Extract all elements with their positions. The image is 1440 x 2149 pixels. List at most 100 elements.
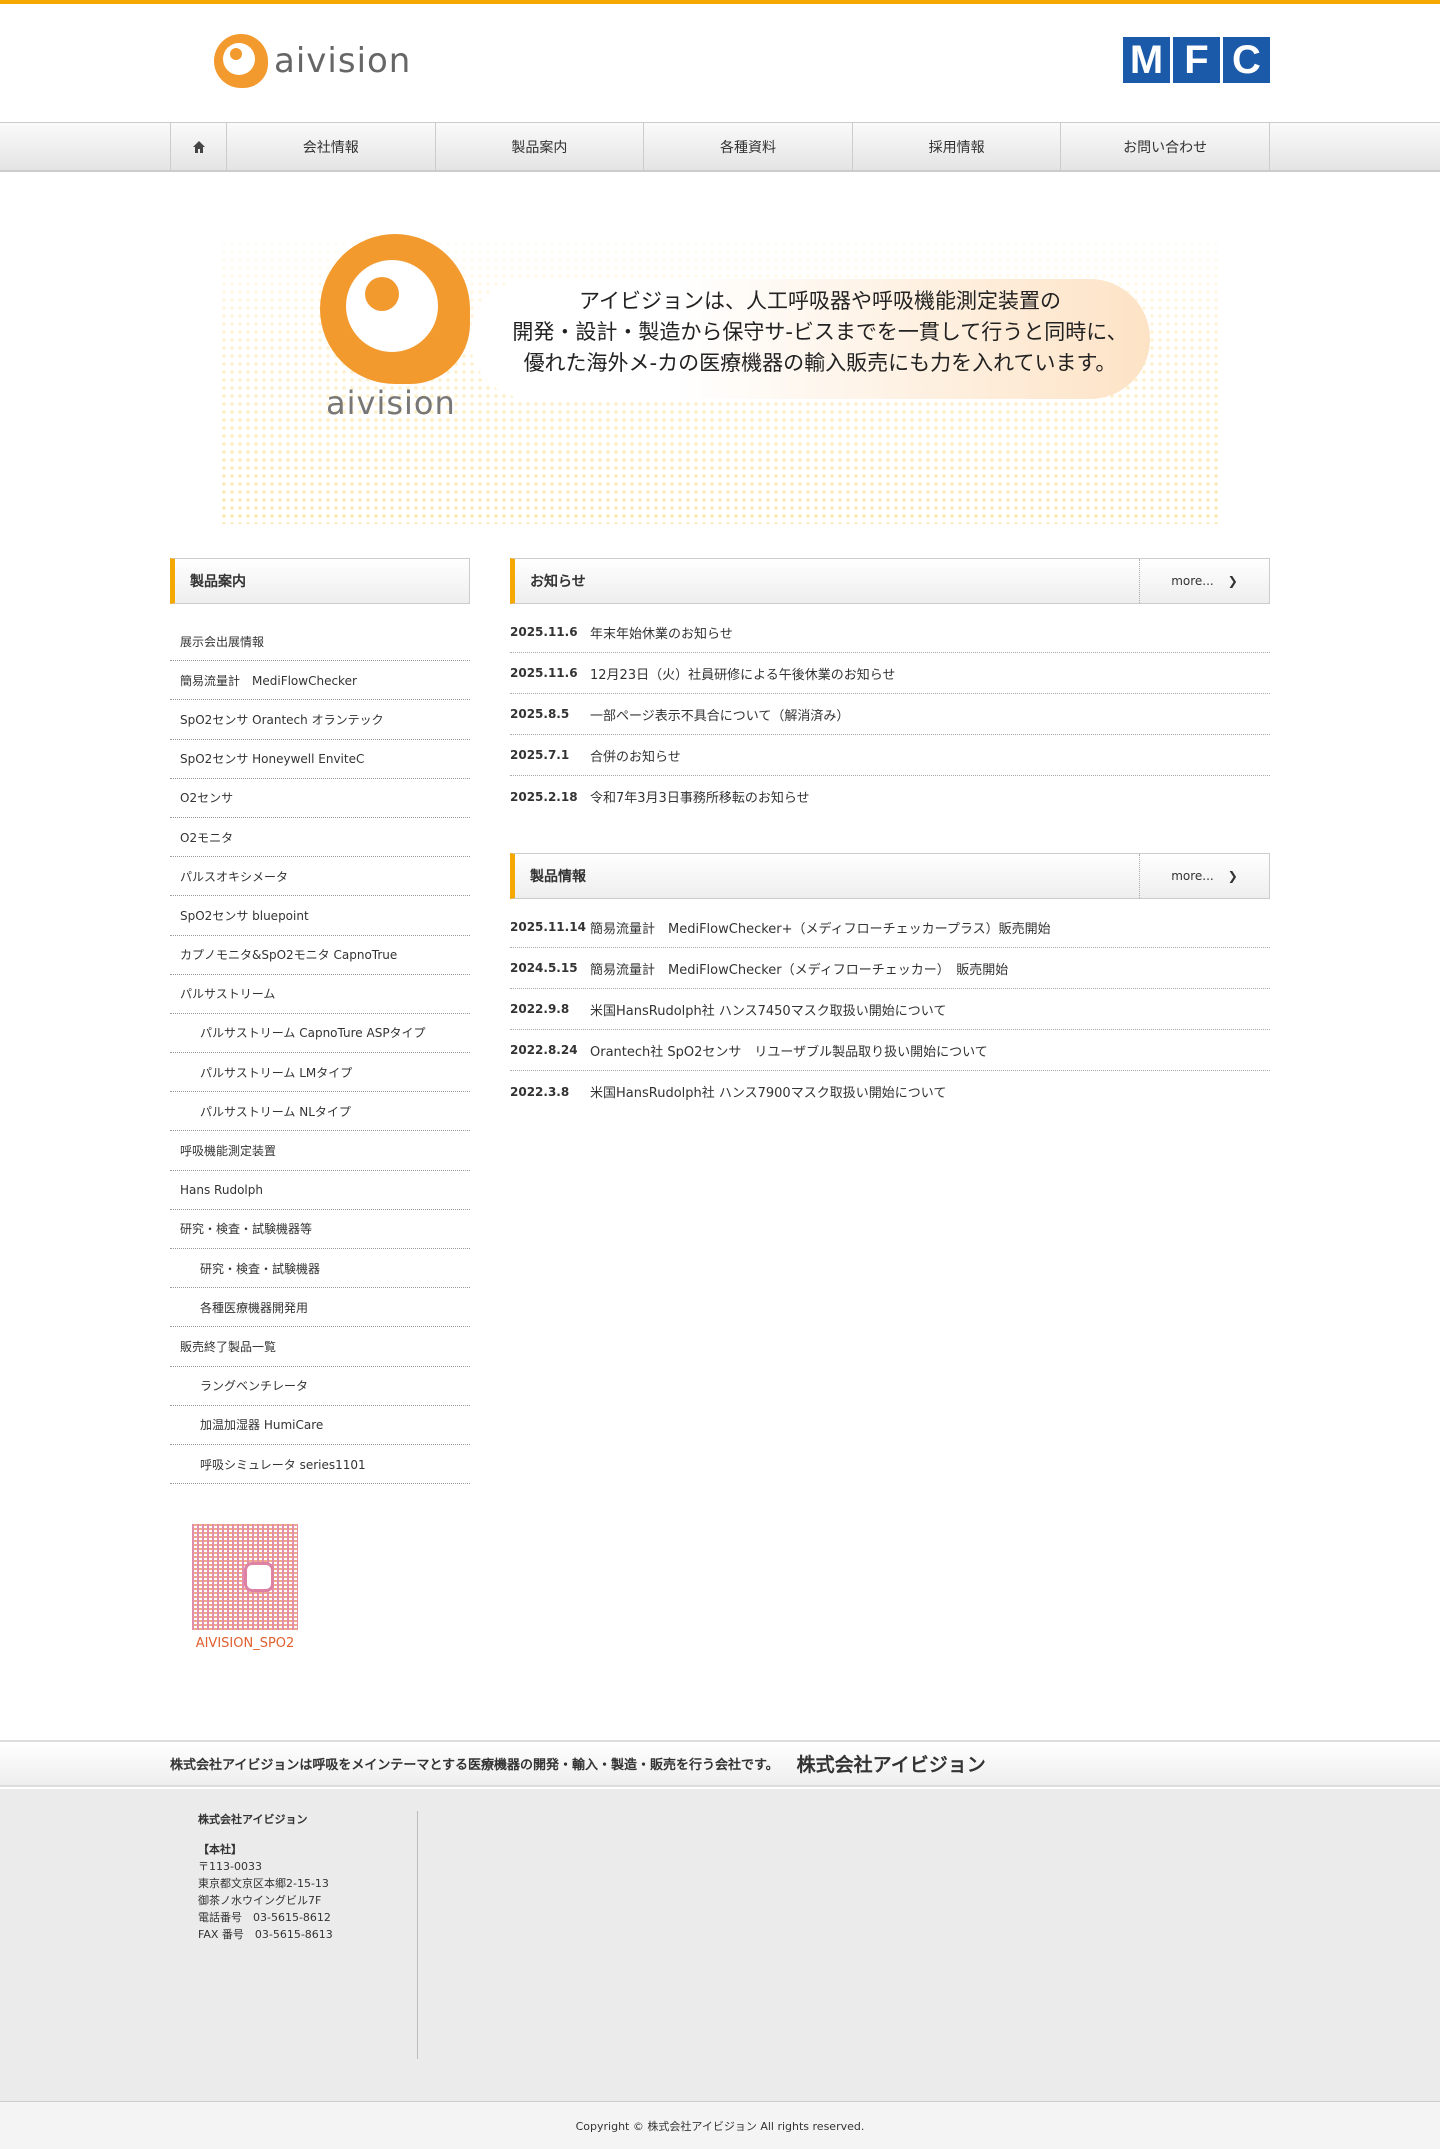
sidebar-item[interactable]: 研究・検査・試験機器 (170, 1249, 470, 1289)
qr-label: AIVISION_SPO2 (195, 1636, 295, 1652)
main-nav: 会社情報 製品案内 各種資料 採用情報 お問い合わせ (0, 122, 1440, 172)
sidebar-item[interactable]: SpO2センサ bluepoint (170, 896, 470, 936)
item-date: 2025.7.1 (510, 748, 570, 762)
item-date: 2025.8.5 (510, 707, 570, 721)
item-link[interactable]: 合併のお知らせ (590, 746, 681, 765)
mfc-letter: M (1123, 37, 1170, 83)
sidebar-item[interactable]: O2センサ (170, 779, 470, 818)
sidebar-item[interactable]: 加温加湿器 HumiCare (170, 1406, 470, 1445)
tagline-text: 株式会社アイビジョンは呼吸をメインテーマとする医療機器の開発・輸入・製造・販売を… (170, 1758, 779, 1773)
item-date: 2025.11.6 (510, 666, 578, 680)
sidebar-item[interactable]: パルサストリーム LMタイプ (170, 1053, 470, 1093)
news-item[interactable]: 2022.3.8 米国HansRudolph社 ハンス7900マスク取扱い開始につ… (510, 1071, 1270, 1112)
item-date: 2022.8.24 (510, 1043, 578, 1057)
mfc-letter: C (1223, 37, 1270, 83)
item-link[interactable]: 令和7年3月3日事務所移転のお知らせ (590, 787, 810, 806)
item-date: 2025.2.18 (510, 789, 578, 804)
sidebar-item[interactable]: 呼吸機能測定装置 (170, 1131, 470, 1171)
tagline-company: 株式会社アイビジョン (796, 1754, 986, 1776)
sidebar-item[interactable]: 呼吸シミュレータ series1101 (170, 1445, 470, 1485)
sidebar-item[interactable]: ラングベンチレータ (170, 1367, 470, 1406)
news-item[interactable]: 2025.11.6 12月23日（火）社員研修による午後休業のお知らせ (510, 653, 1270, 694)
mfc-logo[interactable]: MFC (1123, 37, 1270, 83)
sidebar-item[interactable]: 展示会出展情報 (170, 622, 470, 662)
item-link[interactable]: 年末年始休業のお知らせ (590, 623, 733, 642)
news-more-button[interactable]: more... ❯ (1139, 559, 1269, 603)
address-line: 御茶ノ水ウイングビル7F (198, 1894, 322, 1907)
nav-contact[interactable]: お問い合わせ (1060, 123, 1270, 170)
footer: 株式会社アイビジョン 【本社】 〒113-0033 東京都文京区本郷2-15-1… (0, 1789, 1440, 2101)
home-icon (192, 140, 205, 153)
sidebar-list: 展示会出展情報 簡易流量計 MediFlowChecker SpO2センサ Oran… (170, 622, 470, 1485)
nav-products[interactable]: 製品案内 (434, 123, 644, 170)
item-date: 2022.9.8 (510, 1002, 570, 1016)
sidebar-item[interactable]: パルサストリーム NLタイプ (170, 1092, 470, 1132)
footer-company: 株式会社アイビジョン (198, 1813, 308, 1826)
products-list: 2025.11.14 簡易流量計 MediFlowChecker+（メディフローチ… (510, 907, 1270, 1112)
address-line: 電話番号 03-5615-8612 (198, 1911, 331, 1924)
products-heading: 製品情報 more... ❯ (510, 853, 1270, 899)
news-item[interactable]: 2025.11.6 年末年始休業のお知らせ (510, 612, 1270, 653)
sidebar-item[interactable]: Hans Rudolph (170, 1171, 470, 1210)
address-line: 東京都文京区本郷2-15-13 (198, 1877, 329, 1890)
item-link[interactable]: 簡易流量計 MediFlowChecker（メディフローチェッカー） 販売開始 (590, 959, 1008, 978)
mfc-letter: F (1173, 37, 1220, 83)
hero-line: アイビジョンは、人工呼吸器や呼吸機能測定装置の (579, 289, 1061, 313)
sidebar-item[interactable]: 販売終了製品一覧 (170, 1327, 470, 1367)
news-item[interactable]: 2025.8.5 一部ページ表示不具合について（解消済み） (510, 694, 1270, 735)
sidebar-item[interactable]: パルスオキシメータ (170, 857, 470, 897)
item-link[interactable]: 米国HansRudolph社 ハンス7900マスク取扱い開始について (590, 1082, 946, 1101)
sidebar-item[interactable]: SpO2センサ Honeywell EnviteC (170, 740, 470, 779)
aivision-logo[interactable]: aivision (214, 34, 411, 88)
news-heading: お知らせ more... ❯ (510, 558, 1270, 604)
sidebar-item[interactable]: 研究・検査・試験機器等 (170, 1210, 470, 1249)
address-line: 【本社】 (198, 1843, 242, 1856)
sidebar-item[interactable]: 各種医療機器開発用 (170, 1288, 470, 1328)
item-date: 2022.3.8 (510, 1084, 570, 1099)
sidebar-heading: 製品案内 (170, 558, 470, 604)
sidebar-item[interactable]: パルサストリーム (170, 975, 470, 1014)
hero-copy: アイビジョンは、人工呼吸器や呼吸機能測定装置の 開発・設計・製造から保守サ-ビス… (480, 286, 1160, 379)
news-title: お知らせ (530, 574, 586, 590)
aivision-eye-icon (214, 34, 268, 88)
sidebar-item[interactable]: O2モニタ (170, 818, 470, 858)
item-link[interactable]: 簡易流量計 MediFlowChecker+（メディフローチェッカープラス）販売… (590, 918, 1051, 937)
item-link[interactable]: Orantech社 SpO2センサ リユーザブル製品取り扱い開始について (590, 1041, 988, 1060)
sidebar-item[interactable]: パルサストリーム CapnoTure ASPタイプ (170, 1014, 470, 1054)
item-date: 2024.5.15 (510, 961, 578, 975)
item-date: 2025.11.14 (510, 920, 586, 934)
more-label: more... (1171, 574, 1214, 588)
nav-company[interactable]: 会社情報 (226, 123, 435, 170)
aivision-eye-icon (320, 234, 470, 384)
footer-tagline: 株式会社アイビジョンは呼吸をメインテーマとする医療機器の開発・輸入・製造・販売を… (0, 1740, 1440, 1787)
news-item[interactable]: 2024.5.15 簡易流量計 MediFlowChecker（メディフローチェッ… (510, 948, 1270, 989)
address-line: FAX 番号 03-5615-8613 (198, 1928, 333, 1941)
item-link[interactable]: 12月23日（火）社員研修による午後休業のお知らせ (590, 664, 895, 683)
logo-text: aivision (274, 41, 412, 81)
sidebar-item[interactable]: 簡易流量計 MediFlowChecker (170, 661, 470, 701)
nav-documents[interactable]: 各種資料 (643, 123, 852, 170)
address-line: 〒113-0033 (198, 1860, 262, 1873)
sidebar-item[interactable]: カプノモニタ&SpO2モニタ CapnoTrue (170, 936, 470, 975)
news-item[interactable]: 2025.11.14 簡易流量計 MediFlowChecker+（メディフローチ… (510, 907, 1270, 948)
footer-address: 株式会社アイビジョン 【本社】 〒113-0033 東京都文京区本郷2-15-1… (198, 1811, 418, 2059)
nav-recruit[interactable]: 採用情報 (851, 123, 1061, 170)
news-list: 2025.11.6 年末年始休業のお知らせ 2025.11.6 12月23日（火）社員… (510, 612, 1270, 817)
copyright: Copyright © 株式会社アイビジョン All rights reserv… (0, 2101, 1440, 2149)
item-link[interactable]: 米国HansRudolph社 ハンス7450マスク取扱い開始について (590, 1000, 946, 1019)
item-link[interactable]: 一部ページ表示不具合について（解消済み） (590, 705, 849, 724)
nav-home[interactable] (170, 123, 226, 170)
qr-code (192, 1524, 298, 1631)
chevron-right-icon: ❯ (1227, 574, 1238, 588)
instagram-qr[interactable]: AIVISION_SPO2 (180, 1524, 310, 1664)
sidebar-item[interactable]: SpO2センサ Orantech オランテック (170, 700, 470, 740)
products-more-button[interactable]: more... ❯ (1139, 854, 1269, 898)
hero-banner: aivision アイビジョンは、人工呼吸器や呼吸機能測定装置の 開発・設計・製… (220, 224, 1220, 524)
news-item[interactable]: 2025.7.1 合併のお知らせ (510, 735, 1270, 776)
hero-line: 優れた海外メ-カの医療機器の輸入販売にも力を入れています。 (523, 351, 1117, 375)
news-item[interactable]: 2022.8.24 Orantech社 SpO2センサ リユーザブル製品取り扱い開… (510, 1030, 1270, 1071)
news-item[interactable]: 2025.2.18 令和7年3月3日事務所移転のお知らせ (510, 776, 1270, 817)
item-date: 2025.11.6 (510, 625, 578, 639)
main-content: お知らせ more... ❯ 2025.11.6 年末年始休業のお知らせ 2025.11… (510, 558, 1270, 1664)
news-item[interactable]: 2022.9.8 米国HansRudolph社 ハンス7450マスク取扱い開始につ… (510, 989, 1270, 1030)
